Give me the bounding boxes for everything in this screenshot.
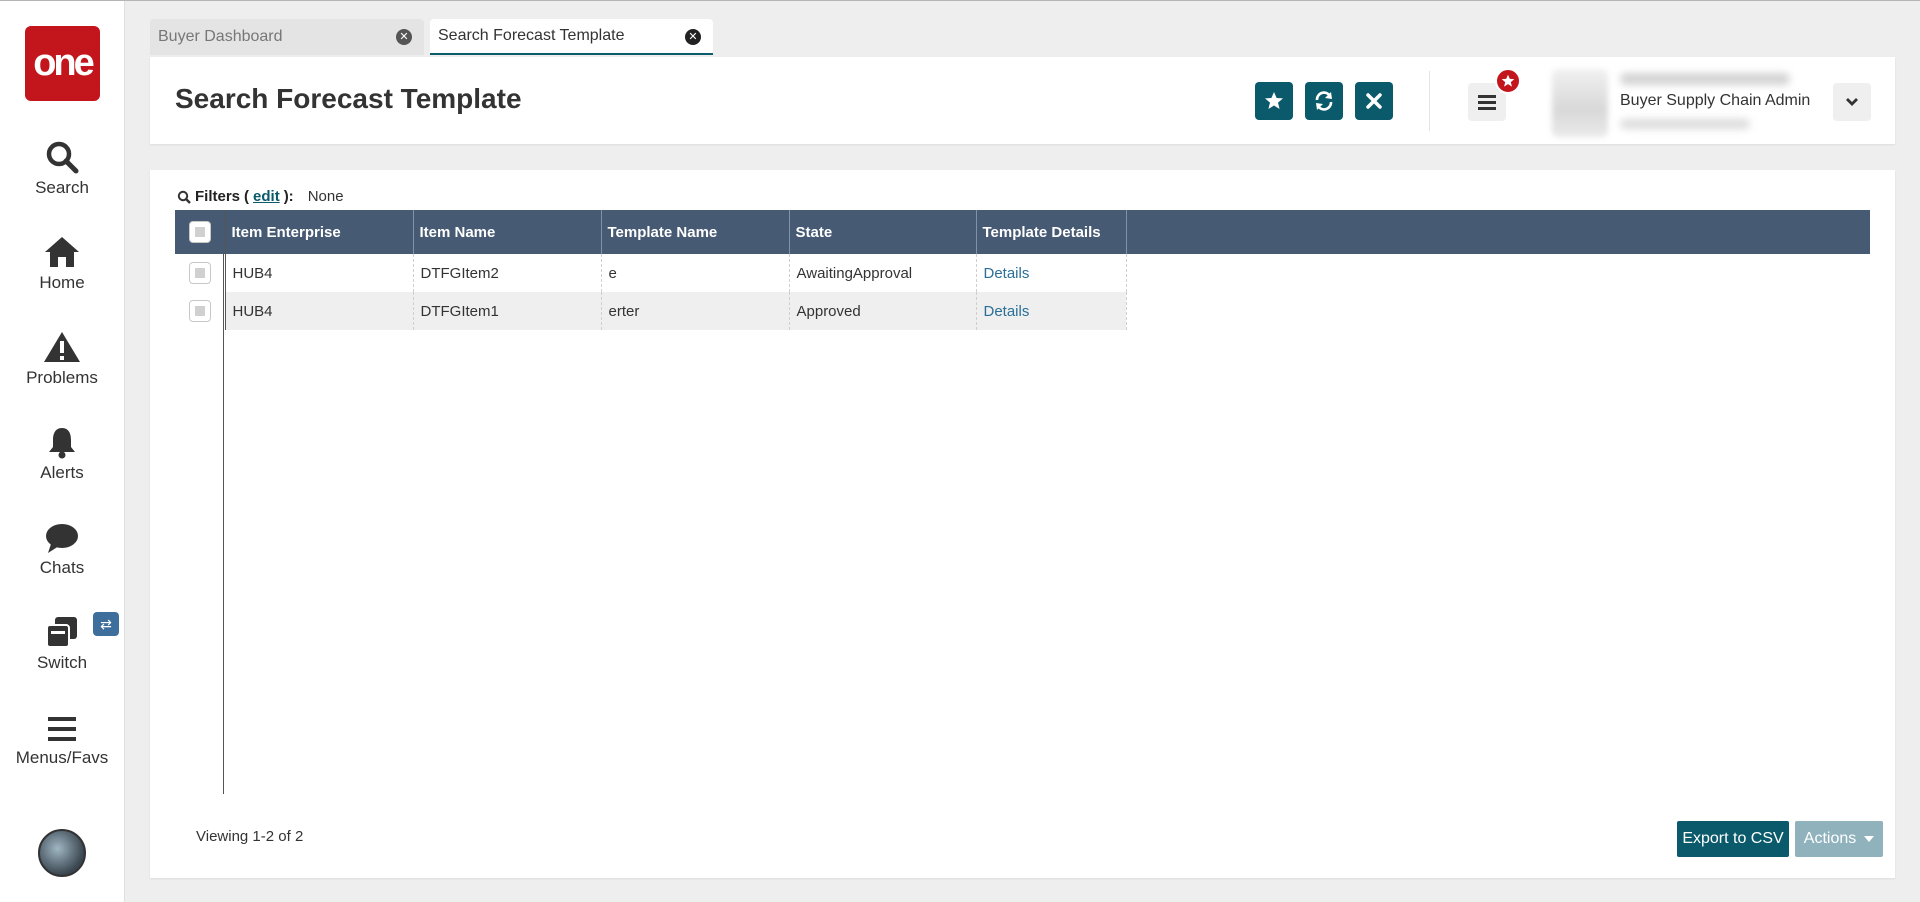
refresh-button[interactable] bbox=[1305, 82, 1343, 120]
user-info-blurred bbox=[1620, 73, 1790, 85]
filters-edit-link[interactable]: edit bbox=[253, 188, 280, 205]
filters-label: Filters bbox=[195, 188, 241, 205]
header-divider bbox=[1429, 71, 1430, 131]
page-title: Search Forecast Template bbox=[175, 83, 522, 114]
swap-arrows-icon[interactable]: ⇄ bbox=[93, 612, 119, 636]
select-all-cell bbox=[175, 210, 226, 254]
column-header-template-details[interactable]: Template Details bbox=[976, 210, 1127, 254]
cell-item-enterprise: HUB4 bbox=[225, 292, 414, 330]
nav-chats-label: Chats bbox=[39, 558, 85, 577]
nav-problems[interactable]: Problems bbox=[0, 324, 124, 388]
actions-dropdown-button[interactable]: Actions bbox=[1795, 821, 1883, 857]
nav-switch-label: Switch bbox=[36, 653, 88, 672]
cell-template-details: Details bbox=[976, 254, 1127, 292]
caret-down-icon bbox=[1864, 836, 1875, 842]
user-photo bbox=[1552, 69, 1608, 137]
pagination-status: Viewing 1-2 of 2 bbox=[196, 828, 304, 845]
row-checkbox[interactable] bbox=[188, 300, 211, 322]
user-menu-dropdown[interactable] bbox=[1833, 83, 1871, 121]
results-grid: Item Enterprise Item Name Template Name … bbox=[175, 210, 1127, 330]
details-link[interactable]: Details bbox=[984, 303, 1030, 320]
favorites-star-badge-icon[interactable] bbox=[1495, 68, 1521, 94]
search-icon bbox=[0, 134, 124, 174]
close-page-button[interactable] bbox=[1355, 82, 1393, 120]
grid-header-row: Item Enterprise Item Name Template Name … bbox=[175, 210, 1127, 254]
row-checkbox[interactable] bbox=[188, 262, 211, 284]
cell-template-details: Details bbox=[976, 292, 1127, 330]
tab-label: Search Forecast Template bbox=[438, 27, 625, 44]
row-select-cell bbox=[175, 254, 226, 292]
nav-problems-label: Problems bbox=[26, 368, 98, 387]
star-icon bbox=[1265, 92, 1283, 109]
details-link[interactable]: Details bbox=[984, 265, 1030, 282]
cell-item-enterprise: HUB4 bbox=[225, 254, 414, 292]
column-header-state[interactable]: State bbox=[789, 210, 977, 254]
nav-search-label: Search bbox=[35, 178, 89, 197]
tab-close-icon[interactable]: ✕ bbox=[685, 29, 701, 45]
favorite-button[interactable] bbox=[1255, 82, 1293, 120]
refresh-icon bbox=[1315, 91, 1333, 111]
cell-template-name: e bbox=[601, 254, 790, 292]
nav-home[interactable]: Home bbox=[0, 229, 124, 293]
nav-alerts[interactable]: Alerts bbox=[0, 419, 124, 483]
cell-state: AwaitingApproval bbox=[789, 254, 977, 292]
column-header-item-name[interactable]: Item Name bbox=[413, 210, 602, 254]
results-panel: Filters(edit): None Item Enterprise Item… bbox=[150, 170, 1895, 878]
nav-home-label: Home bbox=[39, 273, 85, 292]
nav-chats[interactable]: Chats bbox=[0, 514, 124, 578]
nav-alerts-label: Alerts bbox=[40, 463, 84, 482]
tab-label: Buyer Dashboard bbox=[158, 28, 283, 45]
cell-state: Approved bbox=[789, 292, 977, 330]
column-header-item-enterprise[interactable]: Item Enterprise bbox=[225, 210, 414, 254]
home-icon bbox=[0, 229, 124, 269]
warning-icon bbox=[0, 324, 124, 364]
export-to-csv-button[interactable]: Export to CSV bbox=[1677, 821, 1789, 857]
user-role-name[interactable]: Buyer Supply Chain Admin bbox=[1620, 92, 1810, 110]
nav-menus-favs-label: Menus/Favs bbox=[15, 748, 109, 767]
checkbox-column-divider bbox=[223, 254, 224, 794]
tab-search-forecast-template[interactable]: Search Forecast Template ✕ bbox=[430, 19, 713, 55]
column-header-template-name[interactable]: Template Name bbox=[601, 210, 790, 254]
close-icon bbox=[1366, 93, 1382, 109]
hamburger-icon bbox=[1478, 95, 1496, 110]
cell-template-name: erter bbox=[601, 292, 790, 330]
nav-menus-favs[interactable]: Menus/Favs bbox=[0, 704, 124, 768]
bell-icon bbox=[0, 419, 124, 459]
tab-close-icon[interactable]: ✕ bbox=[396, 29, 412, 45]
chat-bubble-icon bbox=[0, 514, 124, 554]
one-logo[interactable]: one bbox=[25, 26, 100, 101]
actions-label: Actions bbox=[1803, 830, 1857, 847]
search-icon bbox=[177, 190, 191, 204]
row-select-cell bbox=[175, 292, 226, 330]
top-border bbox=[0, 0, 1920, 1]
filters-value: None bbox=[307, 188, 344, 205]
nav-search[interactable]: Search bbox=[0, 134, 124, 198]
filters-bar: Filters(edit): None bbox=[177, 188, 344, 205]
tab-buyer-dashboard[interactable]: Buyer Dashboard ✕ bbox=[150, 19, 424, 55]
chevron-down-icon bbox=[1846, 98, 1858, 106]
table-row[interactable]: HUB4 DTFGItem1 erter Approved Details bbox=[175, 292, 1127, 330]
hamburger-icon bbox=[0, 704, 124, 744]
cell-item-name: DTFGItem1 bbox=[413, 292, 602, 330]
left-nav-sidebar: one Search Home Problems Alerts Chats Sw… bbox=[0, 1, 125, 902]
cell-item-name: DTFGItem2 bbox=[413, 254, 602, 292]
select-all-checkbox[interactable] bbox=[188, 221, 211, 243]
page-header: Search Forecast Template Buyer Supply Ch… bbox=[150, 57, 1895, 144]
user-info-blurred bbox=[1620, 119, 1750, 129]
assistant-avatar[interactable] bbox=[38, 829, 86, 877]
table-row[interactable]: HUB4 DTFGItem2 e AwaitingApproval Detail… bbox=[175, 254, 1127, 292]
